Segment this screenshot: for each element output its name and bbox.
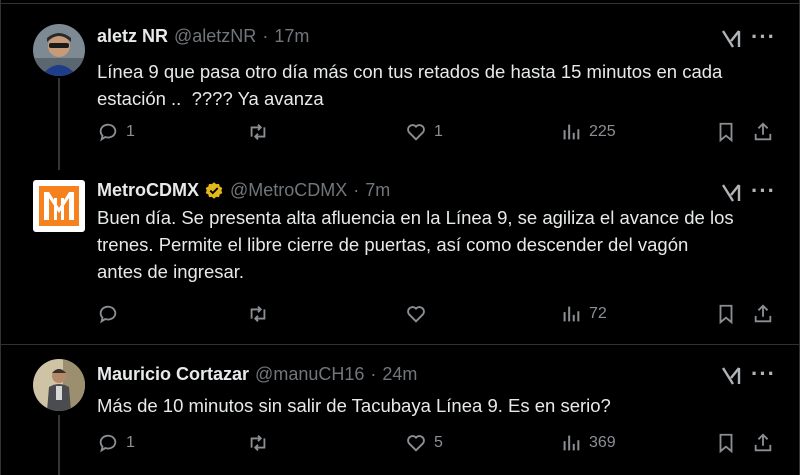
timestamp[interactable]: 7m [365, 180, 390, 201]
view-count: 225 [589, 123, 616, 140]
grok-icon[interactable] [720, 28, 742, 50]
retweet-icon [250, 124, 266, 140]
share-icon [754, 122, 772, 141]
previous-tweet-edge [0, 0, 800, 4]
view-count: 72 [589, 305, 607, 322]
verified-badge-icon[interactable] [204, 181, 224, 201]
display-name[interactable]: MetroCDMX [97, 180, 199, 201]
tweet-header: aletz NR @aletzNR · 17m [97, 26, 309, 47]
reply-icon [99, 305, 117, 324]
heart-icon [407, 124, 425, 141]
share-icon [754, 304, 772, 323]
views-icon [563, 306, 580, 322]
retweet-button[interactable] [247, 121, 276, 143]
retweet-button[interactable] [247, 432, 276, 454]
retweet-button[interactable] [247, 303, 276, 325]
timestamp[interactable]: 17m [274, 26, 309, 47]
views-icon [563, 124, 580, 140]
tweet-header: Mauricio Cortazar @manuCH16 · 24m [97, 364, 417, 385]
grok-icon[interactable] [720, 182, 742, 204]
share-icon [754, 433, 772, 452]
tweet-actions: 1 5 369 [97, 432, 787, 458]
display-name[interactable]: aletz NR [97, 26, 168, 47]
tweet[interactable]: MetroCDMX @MetroCDMX · 7m ··· Buen día. … [0, 170, 800, 345]
reply-icon [99, 123, 117, 142]
retweet-icon [250, 306, 266, 322]
tweet-text: Más de 10 minutos sin salir de Tacubaya … [97, 395, 611, 416]
timestamp[interactable]: 24m [382, 364, 417, 385]
avatar[interactable] [33, 359, 85, 411]
bookmark-button[interactable] [715, 432, 737, 454]
bookmark-icon [719, 122, 733, 143]
metro-cdmx-logo[interactable] [33, 180, 85, 232]
tweet-actions: 1 1 225 [97, 121, 787, 147]
like-count: 5 [434, 434, 443, 451]
avatar[interactable] [33, 24, 85, 76]
more-options-icon[interactable]: ··· [751, 180, 776, 202]
bookmark-icon [719, 304, 733, 325]
more-options-icon[interactable]: ··· [751, 363, 776, 385]
views-button[interactable]: 225 [560, 121, 616, 143]
tweet-text: Línea 9 que pasa otro día más con tus re… [97, 61, 723, 109]
like-count: 1 [434, 123, 443, 140]
reply-count: 1 [126, 434, 135, 451]
share-button[interactable] [752, 303, 774, 325]
heart-icon [407, 306, 425, 323]
like-button[interactable]: 1 [405, 121, 443, 143]
bookmark-icon [719, 433, 733, 454]
username[interactable]: @MetroCDMX [230, 180, 347, 201]
reply-button[interactable]: 1 [97, 432, 135, 454]
views-button[interactable]: 369 [560, 432, 616, 454]
reply-button[interactable] [97, 303, 126, 325]
grok-icon[interactable] [720, 365, 742, 387]
retweet-icon [250, 435, 266, 451]
share-button[interactable] [752, 432, 774, 454]
reply-icon [99, 434, 117, 453]
display-name[interactable]: Mauricio Cortazar [97, 364, 249, 385]
bookmark-button[interactable] [715, 303, 737, 325]
tweet[interactable]: aletz NR @aletzNR · 17m ··· Línea 9 que … [0, 18, 800, 170]
tweet-text: Buen día. Se presenta alta afluencia en … [97, 207, 734, 282]
like-button[interactable]: 5 [405, 432, 443, 454]
like-button[interactable] [405, 303, 434, 325]
separator: · [262, 26, 269, 46]
views-icon [563, 435, 580, 451]
tweet-header: MetroCDMX @MetroCDMX · 7m [97, 180, 390, 201]
username[interactable]: @aletzNR [174, 26, 256, 47]
tweet[interactable]: Mauricio Cortazar @manuCH16 · 24m ··· Má… [0, 346, 800, 475]
username[interactable]: @manuCH16 [255, 364, 364, 385]
reply-count: 1 [126, 123, 135, 140]
reply-button[interactable]: 1 [97, 121, 135, 143]
heart-icon [407, 435, 425, 452]
more-options-icon[interactable]: ··· [751, 26, 776, 48]
separator: · [353, 180, 360, 200]
bookmark-button[interactable] [715, 121, 737, 143]
share-button[interactable] [752, 121, 774, 143]
tweet-actions: 72 [97, 303, 787, 329]
view-count: 369 [589, 434, 616, 451]
separator: · [370, 364, 377, 384]
views-button[interactable]: 72 [560, 303, 607, 325]
